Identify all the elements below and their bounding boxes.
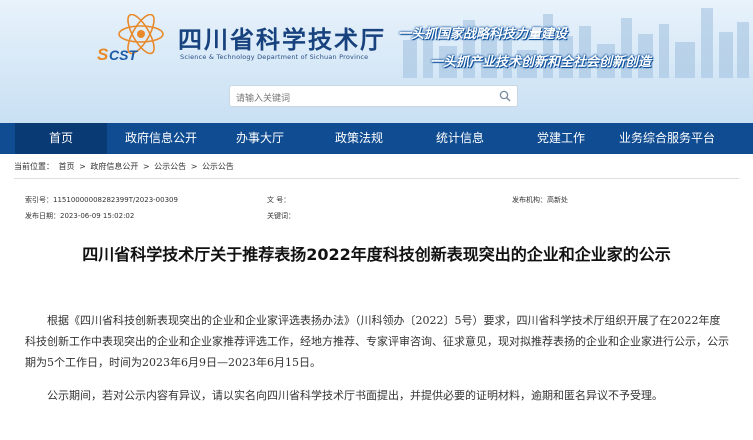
meta-date: 发布日期：2023-06-09 15:02:02 [25, 211, 134, 221]
main-nav: 首页 政府信息公开 办事大厅 政策法规 统计信息 党建工作 业务综合服务平台 [0, 123, 753, 154]
slogan-line-1: 一头抓国家战略科技力量建设 [398, 27, 568, 42]
breadcrumb-item-gov-info[interactable]: 政府信息公开 [90, 162, 138, 171]
breadcrumb-item-notices[interactable]: 公示公告 [154, 162, 186, 171]
nav-item-service-platform[interactable]: 业务综合服务平台 [605, 123, 729, 154]
search-icon[interactable] [499, 90, 511, 102]
breadcrumb-separator: > [142, 162, 150, 171]
meta-keyword-label: 关键词： [267, 212, 295, 220]
meta-date-label: 发布日期： [25, 212, 60, 220]
article-paragraph: 公示期间，若对公示内容有异议，请以实名向四川省科学技术厅书面提出，并提供必要的证… [47, 389, 663, 402]
nav-item-statistics[interactable]: 统计信息 [414, 123, 506, 154]
search-input[interactable] [230, 89, 486, 109]
meta-org: 发布机构：高新处 [512, 195, 568, 205]
breadcrumb-label: 当前位置： [14, 162, 54, 171]
meta-index-value: 11510000008282399T/2023-00309 [53, 196, 178, 204]
meta-date-value: 2023-06-09 15:02:02 [60, 212, 135, 220]
article-paragraph: 根据《四川省科技创新表现突出的企业和企业家评选表扬办法》（川科领办〔2022〕5… [25, 314, 729, 369]
meta-index-label: 索引号： [25, 196, 53, 204]
nav-item-policies[interactable]: 政策法规 [313, 123, 405, 154]
meta-index: 索引号：11510000008282399T/2023-00309 [25, 195, 178, 205]
breadcrumb-item-notices-current[interactable]: 公示公告 [202, 162, 234, 171]
svg-text:S: S [97, 45, 109, 64]
nav-item-home[interactable]: 首页 [15, 123, 107, 154]
scst-logo: S CST [97, 14, 164, 64]
meta-doc-number: 文 号： [267, 195, 290, 205]
search-box [229, 85, 518, 109]
site-title: 四川省科学技术厅 [178, 26, 386, 54]
meta-org-value: 高新处 [547, 196, 568, 204]
breadcrumb-item-home[interactable]: 首页 [59, 162, 75, 171]
breadcrumb-separator: > [79, 162, 86, 171]
nav-item-party-building[interactable]: 党建工作 [515, 123, 607, 154]
article-title: 四川省科学技术厅关于推荐表扬2022年度科技创新表现突出的企业和企业家的公示 [82, 245, 671, 264]
breadcrumb-separator: > [190, 162, 198, 171]
header-banner: S CST 四川省科学技术厅 Science & Technology Depa… [0, 0, 753, 123]
svg-text:CST: CST [109, 47, 138, 63]
slogan-line-2: 一头抓产业技术创新和全社会创新创造 [430, 55, 652, 70]
meta-keywords: 关键词： [267, 211, 295, 221]
nav-item-service-hall[interactable]: 办事大厅 [214, 123, 306, 154]
meta-doc-label: 文 号： [267, 196, 291, 204]
divider [14, 178, 739, 179]
breadcrumb: 当前位置： 首页 > 政府信息公开 > 公示公告 > 公示公告 [14, 161, 236, 172]
nav-item-gov-info[interactable]: 政府信息公开 [108, 123, 214, 154]
site-subtitle: Science & Technology Department of Sichu… [180, 53, 369, 61]
meta-org-label: 发布机构： [512, 196, 547, 204]
